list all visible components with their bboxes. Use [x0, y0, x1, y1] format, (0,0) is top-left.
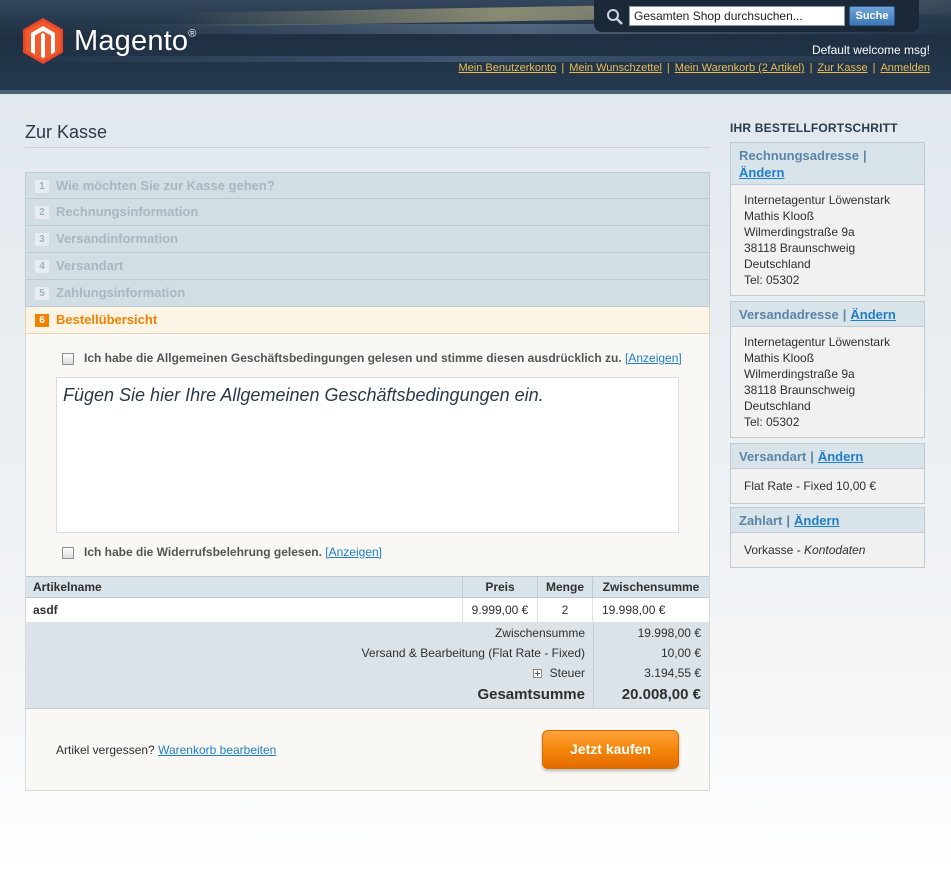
cell-qty: 2 [538, 598, 593, 623]
link-login[interactable]: Anmelden [880, 62, 930, 74]
step-number: 3 [35, 233, 49, 246]
edit-billing-link[interactable]: Ändern [739, 165, 785, 180]
shipping-address-box: Versandadresse | Ändern Internetagentur Lö… [730, 301, 925, 438]
step-number: 4 [35, 260, 49, 273]
cell-subtotal: 19.998,00 € [593, 598, 709, 623]
edit-cart-link[interactable]: Warenkorb bearbeiten [158, 743, 276, 757]
column-header-name: Artikelname [26, 576, 463, 598]
cell-price: 9.999,00 € [463, 598, 538, 623]
grand-total-value: 20.008,00 € [621, 686, 701, 703]
payment-method-header: Zahlart | Ändern [731, 508, 924, 533]
totals-divider [593, 623, 594, 709]
cell-product-name: asdf [26, 598, 463, 623]
edit-shipping-link[interactable]: Ändern [850, 307, 896, 322]
terms-checkbox[interactable] [62, 353, 74, 365]
billing-address-box: Rechnungsadresse | Ändern Internetagentur … [730, 142, 925, 296]
step-label: Rechnungsinformation [56, 204, 199, 219]
withdrawal-agreement-label: Ich habe die Widerrufsbelehrung gelesen.… [84, 545, 383, 559]
welcome-message: Default welcome msg! [811, 43, 930, 57]
column-header-price: Preis [463, 576, 538, 598]
billing-address-header: Rechnungsadresse | Ändern [731, 143, 924, 185]
shipping-method-box: Versandart | Ändern Flat Rate - Fixed 10,0… [730, 443, 925, 504]
step-checkout-method[interactable]: 1 Wie möchten Sie zur Kasse gehen? [25, 172, 710, 199]
step-number: 5 [35, 287, 49, 300]
shipping-value: 10,00 € [660, 646, 701, 660]
link-my-account[interactable]: Mein Benutzerkonto [458, 62, 556, 74]
grand-total-label: Gesamtsumme [477, 686, 585, 703]
link-checkout[interactable]: Zur Kasse [817, 62, 867, 74]
step-label: Bestellübersicht [56, 312, 158, 327]
step-number: 1 [35, 180, 49, 193]
title-divider [25, 147, 710, 148]
search-button[interactable]: Suche [849, 6, 895, 26]
payment-method: Vorkasse - Kontodaten [744, 543, 866, 557]
link-wishlist[interactable]: Mein Wunschzettel [569, 62, 662, 74]
forgot-items: Artikel vergessen? Warenkorb bearbeiten [56, 743, 277, 757]
tax-row-label[interactable]: Steuer [532, 666, 585, 680]
search-input[interactable] [629, 6, 845, 26]
tax-value: 3.194,55 € [644, 666, 701, 680]
step-label: Versandart [56, 258, 124, 273]
magento-logo-icon [23, 18, 63, 64]
step-review[interactable]: 6 Bestellübersicht [25, 307, 710, 334]
step-label: Versandinformation [56, 231, 179, 246]
subtotal-value: 19.998,00 € [637, 626, 701, 640]
magento-logo[interactable]: Magento® [22, 17, 197, 65]
step-shipping[interactable]: 3 Versandinformation [25, 226, 710, 253]
search-icon [607, 9, 623, 25]
step-number: 6 [35, 314, 49, 327]
step-label: Zahlungsinformation [56, 285, 186, 300]
step-number: 2 [35, 206, 49, 219]
shipping-method-header: Versandart | Ändern [731, 444, 924, 469]
shipping-method: Flat Rate - Fixed 10,00 € [744, 479, 877, 493]
step-billing[interactable]: 2 Rechnungsinformation [25, 199, 710, 226]
billing-address: Internetagentur Löwenstark Mathis Klooß … [744, 193, 891, 287]
withdrawal-checkbox[interactable] [62, 547, 74, 559]
column-header-subtotal: Zwischensumme [593, 576, 709, 598]
logo-text: Magento® [74, 24, 197, 57]
terms-show-link[interactable]: [Anzeigen] [625, 351, 682, 365]
subtotal-label: Zwischensumme [494, 626, 585, 640]
page-title: Zur Kasse [25, 122, 108, 142]
top-links: Mein Benutzerkonto | Mein Wunschzettel | Mei… [458, 62, 930, 74]
shipping-address: Internetagentur Löwenstark Mathis Klooß … [744, 335, 891, 429]
step-payment[interactable]: 5 Zahlungsinformation [25, 280, 710, 307]
edit-payment-link[interactable]: Ändern [794, 513, 840, 528]
terms-agreement-label: Ich habe die Allgemeinen Geschäftsbeding… [84, 351, 682, 365]
link-cart[interactable]: Mein Warenkorb (2 Artikel) [675, 62, 805, 74]
withdrawal-show-link[interactable]: [Anzeigen] [325, 545, 382, 559]
terms-content-box[interactable]: Fügen Sie hier Ihre Allgemeinen Geschäft… [56, 377, 679, 533]
edit-shipping-method-link[interactable]: Ändern [818, 449, 864, 464]
progress-title: IHR BESTELLFORTSCHRITT [730, 121, 898, 135]
step-label: Wie möchten Sie zur Kasse gehen? [56, 178, 275, 193]
payment-method-box: Zahlart | Ändern Vorkasse - Kontodaten [730, 507, 925, 568]
place-order-button[interactable]: Jetzt kaufen [542, 730, 679, 769]
order-totals: Zwischensumme 19.998,00 € Versand & Bear… [26, 623, 709, 709]
tax-label: Steuer [549, 666, 585, 680]
step-shipping-method[interactable]: 4 Versandart [25, 253, 710, 280]
shipping-address-header: Versandadresse | Ändern [731, 302, 924, 327]
column-header-qty: Menge [538, 576, 593, 598]
terms-content: Fügen Sie hier Ihre Allgemeinen Geschäft… [63, 385, 544, 405]
site-header: Magento® Suche Default welcome msg! Mein… [0, 0, 951, 94]
shipping-label: Versand & Bearbeitung (Flat Rate - Fixed… [361, 646, 585, 660]
expand-plus-icon[interactable] [532, 669, 542, 678]
